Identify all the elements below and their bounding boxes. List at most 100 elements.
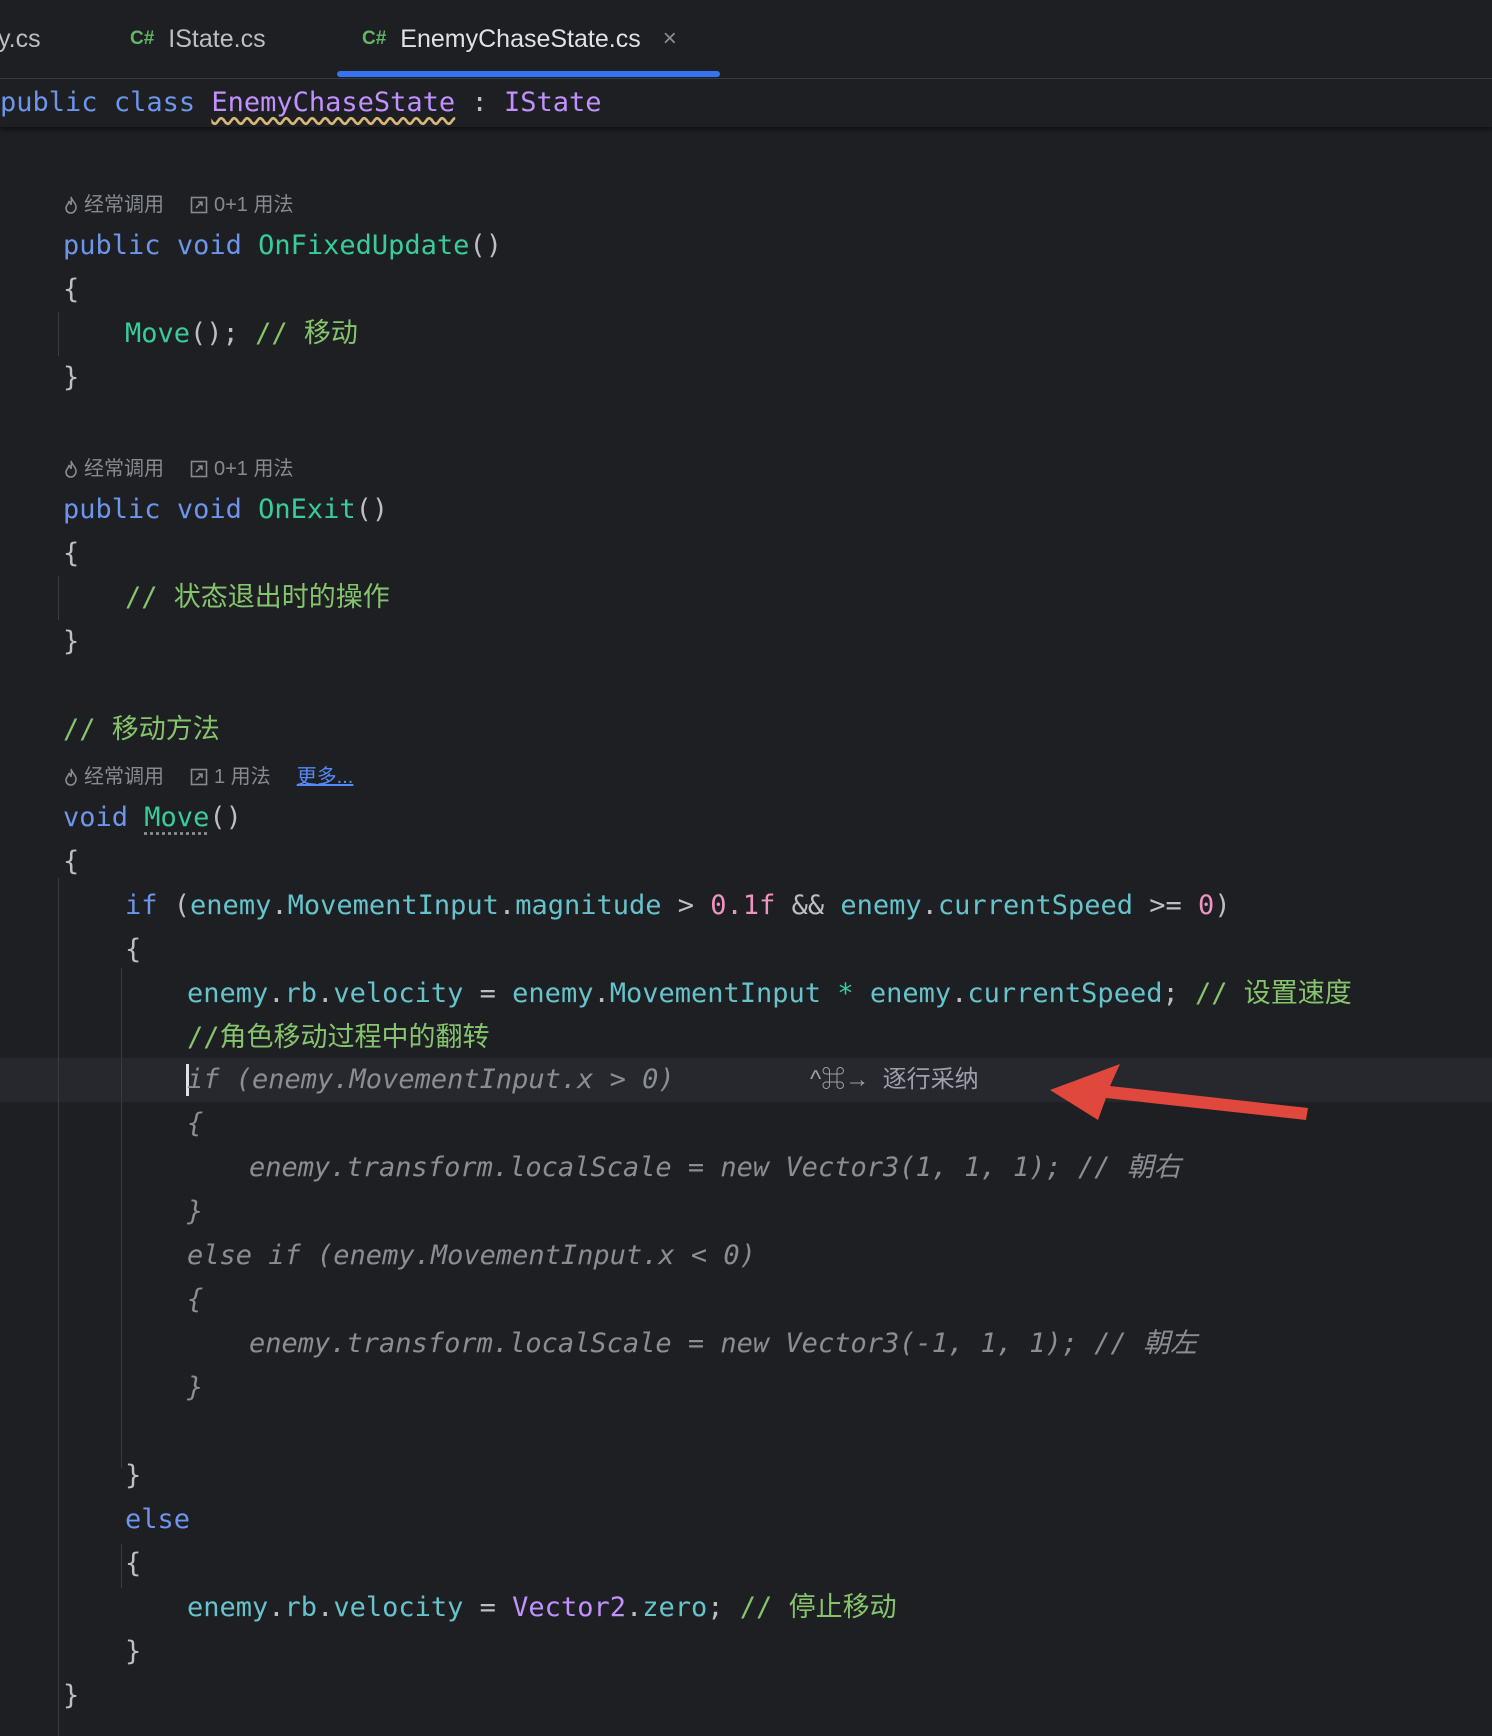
code-line[interactable]: { — [125, 1542, 141, 1586]
code-line[interactable]: if (enemy.MovementInput.magnitude > 0.1f… — [125, 884, 1231, 928]
comment: // 状态退出时的操作 — [125, 582, 390, 613]
punct: () — [209, 802, 242, 833]
active-tab-indicator — [337, 71, 720, 77]
punct: } — [125, 1460, 142, 1491]
punct: { — [125, 934, 142, 965]
usages-hint[interactable]: 0+1 用法 — [190, 190, 293, 220]
punct: () — [355, 494, 389, 525]
operator: >= — [1149, 890, 1182, 921]
code-line[interactable]: public void OnExit() — [63, 488, 388, 532]
usages-hint[interactable]: 0+1 用法 — [190, 454, 293, 484]
ai-suggestion-line[interactable]: if (enemy.MovementInput.x > 0) — [187, 1058, 675, 1102]
member: currentSpeed — [967, 978, 1163, 1009]
keyword: public — [0, 87, 98, 118]
code-line[interactable]: { — [125, 928, 141, 972]
code-editor[interactable]: 经常调用 0+1 用法 public void OnFixedUpdate() … — [0, 128, 1492, 1736]
code-line[interactable]: { — [63, 268, 79, 312]
ai-suggestion-line[interactable]: } — [187, 1190, 203, 1234]
member: magnitude — [515, 890, 662, 921]
ai-suggestion-line[interactable]: { — [187, 1102, 203, 1146]
tab-y-cs[interactable]: y.cs — [0, 0, 41, 78]
code-line[interactable]: { — [63, 532, 79, 576]
identifier: enemy — [840, 890, 922, 921]
punct: { — [63, 538, 80, 569]
keyword: void — [63, 802, 129, 833]
code-line[interactable]: Move(); // 移动 — [125, 312, 358, 356]
indent-guide — [121, 1544, 122, 1588]
frequent-call-hint[interactable]: 经常调用 — [64, 762, 164, 792]
ai-suggestion-line[interactable]: else if (enemy.MovementInput.x < 0) — [187, 1234, 756, 1278]
punct: } — [63, 362, 80, 393]
code-line[interactable]: else — [125, 1498, 190, 1542]
ai-suggestion-line[interactable]: } — [187, 1366, 203, 1410]
close-icon[interactable]: × — [663, 25, 677, 53]
code-line[interactable]: } — [63, 1674, 79, 1718]
punct: } — [63, 1680, 80, 1711]
hint-label: 0+1 用法 — [214, 194, 294, 216]
fire-icon — [65, 460, 77, 478]
code-vision-hints: 经常调用 0+1 用法 — [64, 454, 319, 484]
punct: { — [125, 1548, 142, 1579]
operator: = — [479, 978, 496, 1009]
tab-enemy-chase-state[interactable]: C# EnemyChaseState.cs × — [362, 0, 677, 78]
class-name: EnemyChaseState — [211, 87, 456, 118]
code-line[interactable]: // 移动方法 — [63, 708, 220, 752]
code-line[interactable]: // 状态退出时的操作 — [125, 576, 390, 620]
number: 0 — [1198, 890, 1215, 921]
keyword: class — [113, 87, 196, 118]
punct: } — [63, 626, 80, 657]
shortcut-keys: ^⌘→ — [810, 1066, 870, 1093]
punct: ; — [707, 1592, 724, 1623]
member: currentSpeed — [937, 890, 1133, 921]
punct: . — [317, 1592, 334, 1623]
punct: . — [317, 978, 334, 1009]
frequent-call-hint[interactable]: 经常调用 — [64, 190, 164, 220]
number: 0.1f — [710, 890, 776, 921]
comment: // 移动 — [255, 318, 358, 349]
code-line[interactable]: void Move() — [63, 796, 242, 840]
tab-istate[interactable]: C# IState.cs — [130, 0, 266, 78]
code-vision-hints: 经常调用 1 用法 更多... — [64, 762, 379, 792]
code-line[interactable]: public void OnFixedUpdate() — [63, 224, 502, 268]
punct: : — [471, 87, 488, 118]
member: MovementInput — [609, 978, 822, 1009]
code-line[interactable]: } — [125, 1630, 141, 1674]
keyword: public — [63, 230, 161, 261]
code-line[interactable]: } — [63, 356, 79, 400]
member: velocity — [333, 978, 464, 1009]
ai-suggestion-line[interactable]: { — [187, 1278, 203, 1322]
operator: > — [677, 890, 695, 921]
code-line[interactable]: //角色移动过程中的翻转 — [187, 1016, 490, 1060]
code-line[interactable]: { — [63, 840, 79, 884]
punct: ; — [1162, 978, 1179, 1009]
interface-name: IState — [504, 87, 602, 118]
punct: { — [63, 846, 80, 877]
accept-line-hint[interactable]: ^⌘→ 逐行采纳 — [810, 1058, 979, 1102]
frequent-call-hint[interactable]: 经常调用 — [64, 454, 164, 484]
tab-label: IState.cs — [168, 24, 266, 53]
comment: // 停止移动 — [739, 1592, 897, 1623]
class-declaration[interactable]: public class EnemyChaseState : IState — [0, 79, 602, 127]
usages-hint[interactable]: 1 用法 — [190, 762, 271, 792]
method-name: OnFixedUpdate — [258, 230, 470, 261]
identifier: enemy — [512, 978, 594, 1009]
punct: . — [498, 890, 516, 921]
punct: } — [125, 1636, 142, 1667]
code-line[interactable]: } — [63, 620, 79, 664]
hint-label: 0+1 用法 — [214, 458, 294, 480]
indent-guide — [121, 968, 122, 1468]
keyword: public — [63, 494, 161, 525]
csharp-file-icon: C# — [362, 28, 387, 49]
member: rb — [284, 1592, 318, 1623]
punct: . — [951, 978, 968, 1009]
usages-icon — [190, 196, 208, 214]
more-link[interactable]: 更多... — [297, 762, 354, 792]
operator: = — [479, 1592, 496, 1623]
code-line[interactable]: } — [125, 1454, 141, 1498]
code-line[interactable]: enemy.rb.velocity = enemy.MovementInput … — [187, 972, 1352, 1016]
member: MovementInput — [287, 890, 499, 921]
ai-suggestion-line[interactable]: enemy.transform.localScale = new Vector3… — [249, 1322, 1197, 1366]
code-line[interactable]: enemy.rb.velocity = Vector2.zero; // 停止移… — [187, 1586, 897, 1630]
member: zero — [642, 1592, 708, 1623]
punct: . — [593, 978, 610, 1009]
